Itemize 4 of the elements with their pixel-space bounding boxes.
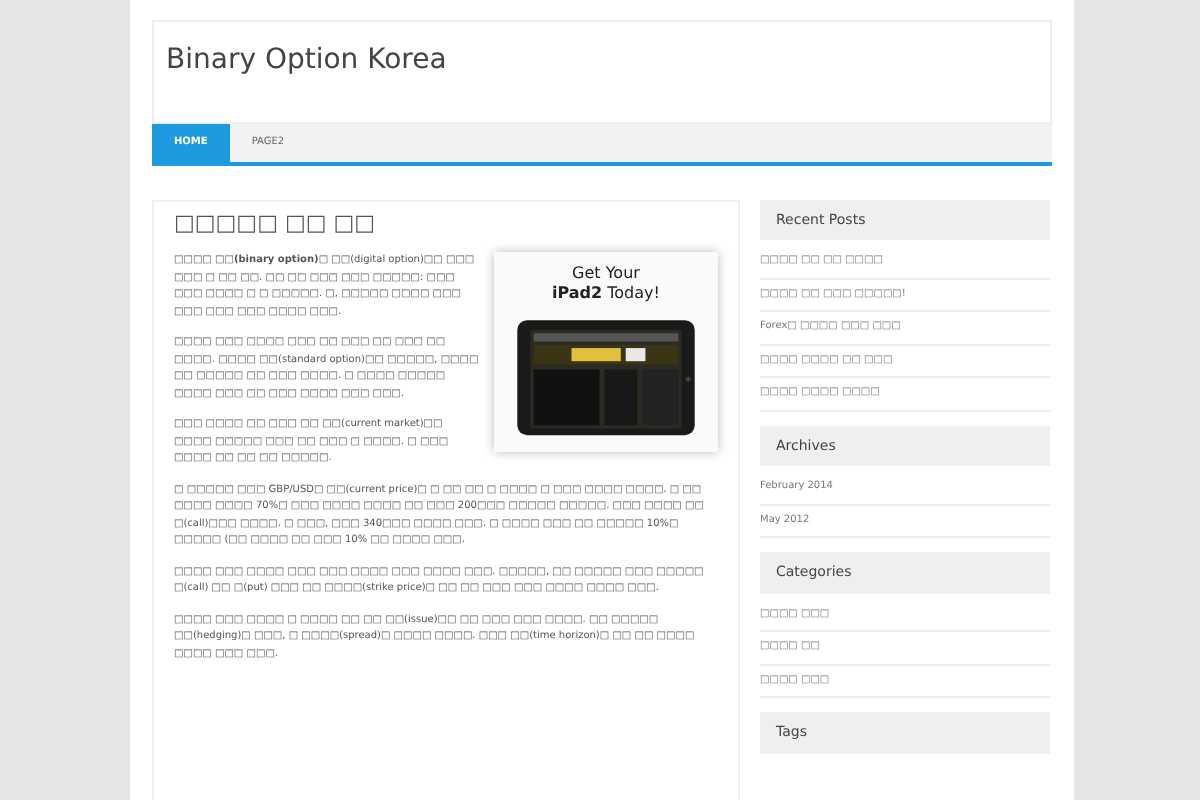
post-title: □□□□□ □□ □□: [174, 210, 378, 237]
ad-text: Get Your: [570, 264, 642, 285]
ad-text: iPad2 Today!: [550, 284, 662, 305]
site-title: Binary Option Korea: [166, 44, 449, 78]
